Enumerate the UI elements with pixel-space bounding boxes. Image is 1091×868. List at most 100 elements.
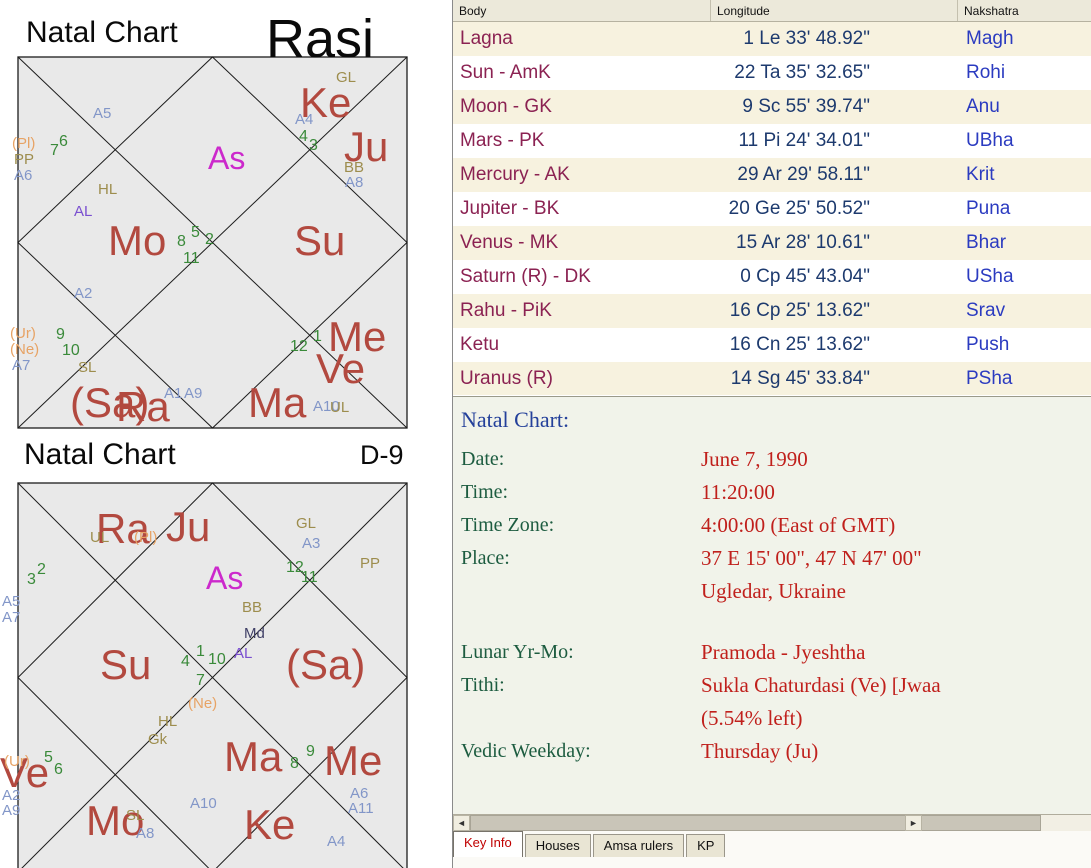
scroll-left-button[interactable]: ◄ <box>453 815 470 831</box>
chart-label: (Pl) <box>12 135 36 152</box>
nakshatra-cell: Puna <box>966 198 1011 219</box>
chart-label: HL <box>98 181 118 198</box>
chart-label: 9 <box>306 743 315 760</box>
chart-label: A4 <box>295 111 314 128</box>
nakshatra-cell: PSha <box>966 368 1013 389</box>
info-row: Ugledar, Ukraine <box>461 575 1091 608</box>
chart-label: A7 <box>12 357 31 374</box>
nakshatra-cell: Rohi <box>966 62 1006 83</box>
chart-label: UL <box>90 529 110 546</box>
info-row: Place: 37 E 15' 00", 47 N 47' 00" <box>461 542 1091 575</box>
chart-label: Ju <box>166 503 211 550</box>
chart-label: Su <box>294 217 346 264</box>
info-row: Time: 11:20:00 <box>461 476 1091 509</box>
scrollbar-thumb[interactable] <box>470 815 1041 831</box>
chart-label: A6 <box>350 785 369 802</box>
chart-label: As <box>206 560 244 596</box>
chart-label: 4 <box>181 653 190 670</box>
longitude-cell: 20 Ge 25' 50.52" <box>728 198 870 219</box>
chart-label: 11 <box>183 250 200 267</box>
table-row[interactable]: Mercury - AK 29 Ar 29' 58.11" Krit <box>453 158 1091 192</box>
chart-label: (Sa) <box>286 641 366 688</box>
column-header-body[interactable]: Body <box>453 0 711 21</box>
table-row[interactable]: Moon - GK 9 Sc 55' 39.74" Anu <box>453 90 1091 124</box>
info-row: Tithi: Sukla Chaturdasi (Ve) [Jwaa <box>461 669 1091 702</box>
nakshatra-cell: Krit <box>966 164 995 185</box>
longitude-cell: 29 Ar 29' 58.11" <box>737 164 870 185</box>
longitude-cell: 15 Ar 28' 10.61" <box>736 232 870 253</box>
info-value: Thursday (Ju) <box>701 739 819 763</box>
chart-label: Mo <box>108 217 167 264</box>
chart-label: Ma <box>224 733 283 780</box>
chart-label: 5 <box>191 224 200 241</box>
longitude-cell: 16 Cn 25' 13.62" <box>729 334 870 355</box>
tab-houses[interactable]: Houses <box>524 834 591 857</box>
info-rows: Date: June 7, 1990 Time: 11:20:00 Time Zone:… <box>461 443 1091 768</box>
chart-label: 2 <box>37 561 46 578</box>
chart-label: 3 <box>27 571 36 588</box>
nakshatra-cell: Bhar <box>966 232 1007 253</box>
chart-label: Md <box>244 625 265 642</box>
body-cell: Venus - MK <box>460 232 559 253</box>
chart-label: 10 <box>208 651 226 668</box>
nakshatra-cell: Srav <box>966 300 1006 321</box>
chart-label: 2 <box>205 231 214 248</box>
body-cell: Jupiter - BK <box>460 198 560 219</box>
table-row[interactable]: Jupiter - BK 20 Ge 25' 50.52" Puna <box>453 192 1091 226</box>
body-cell: Lagna <box>460 28 513 49</box>
info-row: Lunar Yr-Mo: Pramoda - Jyeshtha <box>461 636 1091 669</box>
body-cell: Uranus (R) <box>460 368 553 389</box>
tab-amsa-rulers[interactable]: Amsa rulers <box>592 834 685 857</box>
table-row[interactable]: Ketu 16 Cn 25' 13.62" Push <box>453 328 1091 362</box>
info-value: Pramoda - Jyeshtha <box>701 640 866 664</box>
info-label: Tithi: <box>461 674 505 696</box>
chart-label: 9 <box>56 326 65 343</box>
chart-label: BB <box>344 159 365 176</box>
chart-label: GL <box>336 69 357 86</box>
table-row[interactable]: Sun - AmK 22 Ta 35' 32.65" Rohi <box>453 56 1091 90</box>
horizontal-scrollbar[interactable]: ◄ ► <box>453 814 1091 831</box>
table-row[interactable]: Rahu - PiK 16 Cp 25' 13.62" Srav <box>453 294 1091 328</box>
longitude-cell: 0 Cp 45' 43.04" <box>740 266 870 287</box>
table-row[interactable]: Lagna 1 Le 33' 48.92" Magh <box>453 22 1091 56</box>
chart-label: 3 <box>309 137 318 154</box>
info-title: Natal Chart: <box>461 407 570 432</box>
table-row[interactable]: Saturn (R) - DK 0 Cp 45' 43.04" USha <box>453 260 1091 294</box>
column-header-longitude[interactable]: Longitude <box>711 0 958 21</box>
tab-key-info[interactable]: Key Info <box>453 831 523 857</box>
scroll-right-button[interactable]: ► <box>905 815 922 831</box>
chart-label: GL <box>296 515 317 532</box>
chart-label: PP <box>360 555 381 572</box>
chart-label: 8 <box>290 755 299 772</box>
table-row[interactable]: Mars - PK 11 Pi 24' 34.01" UBha <box>453 124 1091 158</box>
chart-label: (Pl) <box>134 529 158 546</box>
info-value: June 7, 1990 <box>701 447 808 471</box>
info-row: Time Zone: 4:00:00 (East of GMT) <box>461 509 1091 542</box>
chart-label: SL <box>78 359 97 376</box>
chart-label: (Ur) <box>4 753 30 770</box>
chart-label: A10 <box>190 795 217 812</box>
chart-label: AL <box>74 203 93 220</box>
chart-label: A6 <box>14 167 33 184</box>
info-value: Ugledar, Ukraine <box>701 579 846 603</box>
column-header-nakshatra[interactable]: Nakshatra <box>958 0 1091 21</box>
chart-label: 10 <box>62 342 80 359</box>
tab-kp[interactable]: KP <box>686 834 726 857</box>
chart-label: 8 <box>177 233 186 250</box>
table-row[interactable]: Uranus (R) 14 Sg 45' 33.84" PSha <box>453 362 1091 395</box>
body-cell: Ketu <box>460 334 500 355</box>
chart-label: 7 <box>50 142 59 159</box>
chart-label: A9 <box>2 802 21 819</box>
d9-chart-subtitle: D-9 <box>360 440 404 470</box>
chart-label: A4 <box>327 833 346 850</box>
table-row[interactable]: Venus - MK 15 Ar 28' 10.61" Bhar <box>453 226 1091 260</box>
chart-label: 6 <box>59 133 68 150</box>
chart-label: (Ur) <box>10 325 36 342</box>
info-value: (5.54% left) <box>701 706 803 730</box>
info-label: Lunar Yr-Mo: <box>461 641 574 663</box>
chart-label: 11 <box>301 569 318 586</box>
chart-label: A5 <box>2 593 21 610</box>
body-cell: Mercury - AK <box>460 164 570 185</box>
chart-label: A2 <box>74 285 93 302</box>
body-cell: Moon - GK <box>460 96 552 117</box>
